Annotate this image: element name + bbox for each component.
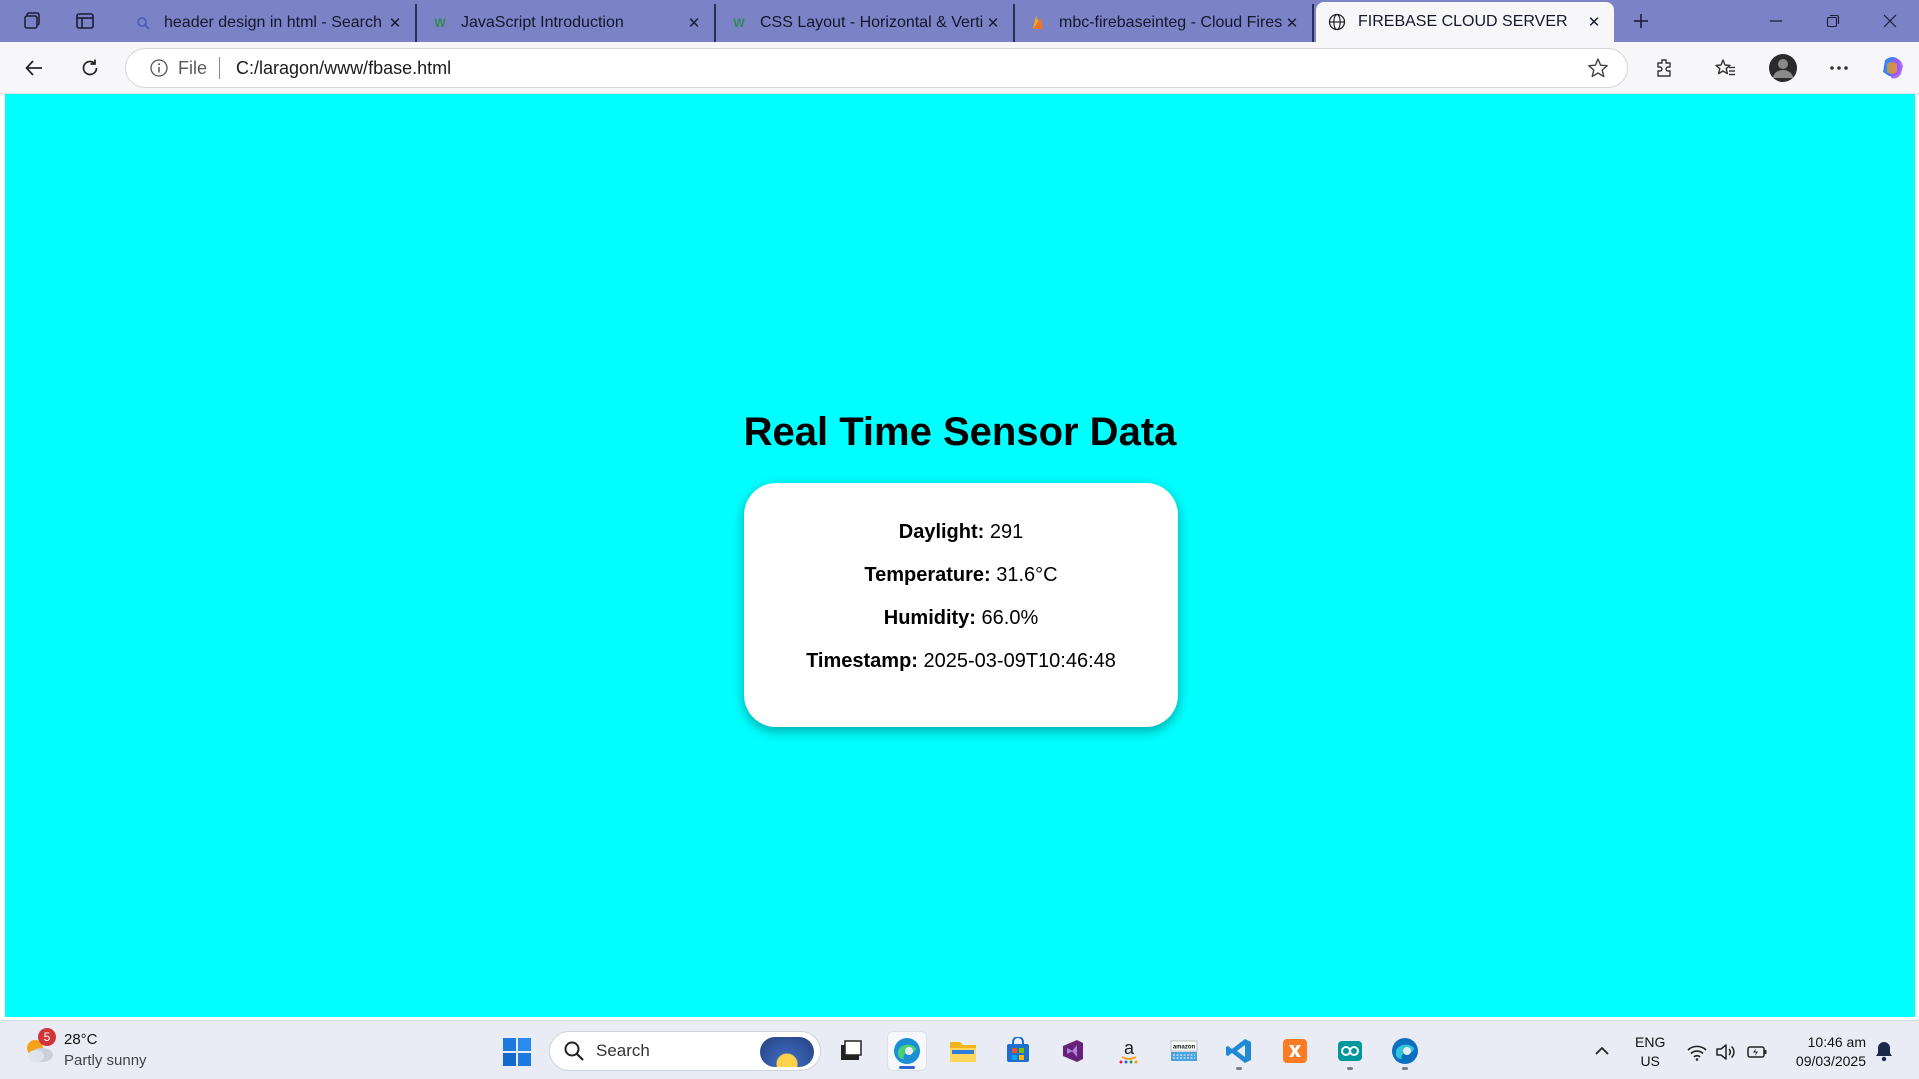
language-code: ENG: [1635, 1034, 1666, 1050]
reading-value: 2025-03-09T10:46:48: [923, 650, 1116, 672]
xampp-icon[interactable]: [1275, 1031, 1315, 1071]
amazon-shopping-icon[interactable]: amazon: [1164, 1031, 1204, 1071]
more-options-icon[interactable]: [1823, 52, 1855, 84]
globe-icon: [1328, 13, 1346, 31]
reading-timestamp: Timestamp: 2025-03-09T10:46:48: [744, 649, 1178, 692]
reading-temperature: Temperature: 31.6°C: [744, 563, 1178, 606]
browser-toolbar: File C:/laragon/www/fbase.html: [0, 42, 1919, 94]
wifi-icon[interactable]: [1686, 1041, 1708, 1063]
reading-label: Daylight:: [898, 521, 985, 543]
active-indicator: [899, 1066, 915, 1069]
reading-label: Timestamp:: [806, 650, 918, 672]
weather-temperature[interactable]: 28°C: [64, 1031, 98, 1048]
svg-text:a: a: [1124, 1038, 1135, 1058]
page-viewport: Real Time Sensor Data Daylight: 291 Temp…: [5, 94, 1915, 1017]
system-clock[interactable]: 10:46 am 09/03/2025: [1796, 1033, 1866, 1071]
notification-badge: 5: [38, 1028, 56, 1046]
reading-label: Temperature:: [864, 564, 991, 586]
weather-condition[interactable]: Partly sunny: [64, 1052, 147, 1069]
running-indicator: [1347, 1067, 1353, 1070]
search-icon: [562, 1039, 586, 1063]
tab-css-layout[interactable]: W CSS Layout - Horizontal & Vertica ✕: [718, 4, 1015, 42]
favorites-icon[interactable]: [1709, 52, 1741, 84]
tab-title: mbc-firebaseinteg - Cloud Firesto: [1059, 14, 1282, 31]
language-indicator[interactable]: ENG US: [1635, 1033, 1665, 1071]
w3schools-icon: W: [733, 16, 745, 30]
minimize-icon[interactable]: [1748, 0, 1804, 42]
refresh-icon[interactable]: [72, 51, 108, 85]
keyboard-region: US: [1640, 1053, 1660, 1069]
microsoft-store-icon[interactable]: [998, 1031, 1038, 1071]
reading-value: 291: [989, 521, 1024, 543]
close-window-icon[interactable]: [1862, 0, 1918, 42]
firebase-icon: [1029, 14, 1047, 32]
copilot-icon[interactable]: [1877, 52, 1909, 84]
reading-daylight: Daylight: 291: [744, 520, 1178, 563]
notification-bell-icon[interactable]: [1874, 1040, 1896, 1062]
windows-start-icon[interactable]: [503, 1038, 531, 1066]
address-bar[interactable]: File C:/laragon/www/fbase.html: [125, 48, 1628, 88]
tab-title: CSS Layout - Horizontal & Vertica: [760, 14, 983, 31]
running-indicator: [1402, 1067, 1408, 1070]
close-icon[interactable]: ✕: [1282, 14, 1302, 32]
url-text[interactable]: C:/laragon/www/fbase.html: [236, 58, 451, 79]
info-icon[interactable]: [148, 57, 170, 79]
clock-date: 09/03/2025: [1795, 1053, 1866, 1069]
profile-avatar[interactable]: [1767, 52, 1799, 84]
tab-strip: header design in html - Search ✕ W JavaS…: [0, 0, 1919, 42]
volume-icon[interactable]: [1714, 1041, 1736, 1063]
reading-label: Humidity:: [883, 607, 976, 629]
favorite-star-icon[interactable]: [1587, 57, 1609, 84]
clock-time: 10:46 am: [1807, 1034, 1866, 1050]
divider: [219, 57, 221, 79]
taskbar: 5 28°C Partly sunny Search a amazon ENG …: [0, 1020, 1919, 1079]
edge-dev-icon[interactable]: [1385, 1031, 1425, 1071]
extensions-icon[interactable]: [1649, 52, 1681, 84]
sensor-data-card: Daylight: 291 Temperature: 31.6°C Humidi…: [744, 483, 1178, 727]
running-indicator: [1236, 1067, 1242, 1070]
close-icon[interactable]: ✕: [1584, 13, 1604, 31]
file-explorer-icon[interactable]: [943, 1031, 983, 1071]
scheme-label: File: [178, 57, 208, 78]
arduino-icon[interactable]: [1330, 1031, 1370, 1071]
svg-text:amazon: amazon: [1173, 1045, 1196, 1051]
chevron-up-icon[interactable]: [1590, 1039, 1614, 1063]
back-icon[interactable]: [16, 51, 52, 85]
search-icon: [134, 14, 152, 32]
visual-studio-icon[interactable]: [1053, 1031, 1093, 1071]
battery-charging-icon[interactable]: [1746, 1041, 1768, 1063]
reading-value: 66.0%: [981, 607, 1039, 629]
close-icon[interactable]: ✕: [385, 14, 405, 32]
tab-javascript-introduction[interactable]: W JavaScript Introduction ✕: [419, 4, 716, 42]
restore-icon[interactable]: [1805, 0, 1861, 42]
workspaces-icon[interactable]: [16, 6, 50, 36]
tab-firebase-cloud-server[interactable]: FIREBASE CLOUD SERVER ✕: [1316, 2, 1614, 42]
taskbar-search[interactable]: Search: [549, 1031, 821, 1071]
vertical-tabs-icon[interactable]: [68, 6, 102, 36]
w3schools-icon: W: [434, 16, 446, 30]
reading-value: 31.6°C: [996, 564, 1058, 586]
search-placeholder: Search: [596, 1041, 650, 1060]
task-view-icon[interactable]: [831, 1031, 871, 1071]
page-title: Real Time Sensor Data: [743, 410, 1177, 454]
new-tab-icon[interactable]: [1624, 6, 1658, 36]
tab-title: header design in html - Search: [164, 14, 382, 31]
tab-firebase-console[interactable]: mbc-firebaseinteg - Cloud Firesto ✕: [1017, 4, 1314, 42]
search-highlight-image: [760, 1037, 814, 1067]
tab-search[interactable]: header design in html - Search ✕: [122, 4, 417, 42]
close-icon[interactable]: ✕: [983, 14, 1003, 32]
edge-browser-icon[interactable]: [887, 1031, 927, 1071]
tab-title: JavaScript Introduction: [461, 14, 624, 31]
reading-humidity: Humidity: 66.0%: [744, 606, 1178, 649]
amazon-icon[interactable]: a: [1109, 1031, 1149, 1071]
close-icon[interactable]: ✕: [684, 14, 704, 32]
vs-code-icon[interactable]: [1219, 1031, 1259, 1071]
tab-title: FIREBASE CLOUD SERVER: [1358, 13, 1568, 30]
